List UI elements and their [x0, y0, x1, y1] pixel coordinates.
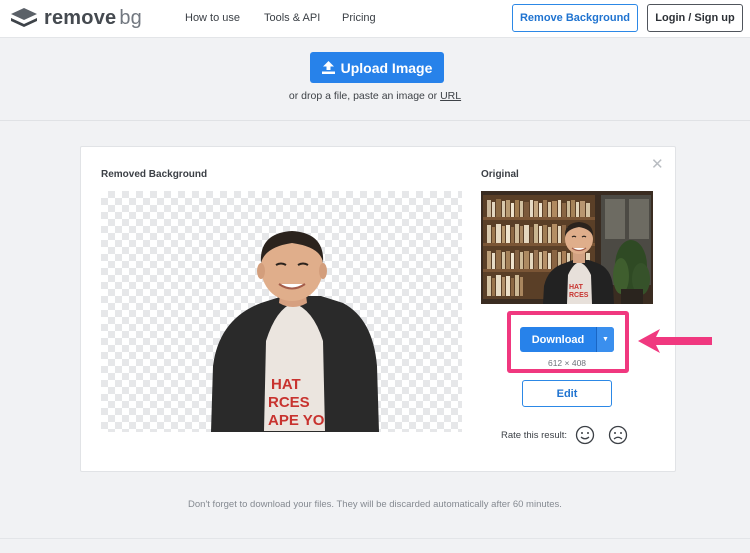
top-navbar: remove bg How to use Tools & API Pricing …	[0, 0, 750, 38]
removed-background-title: Removed Background	[101, 169, 208, 180]
divider	[0, 538, 750, 539]
svg-text:RCES: RCES	[569, 292, 589, 299]
svg-text:HAT: HAT	[569, 284, 584, 291]
edit-button[interactable]: Edit	[522, 380, 612, 407]
logo-text: remove bg	[44, 6, 143, 29]
image-dimensions: 612 × 408	[547, 358, 587, 368]
remove-background-button[interactable]: Remove Background	[512, 4, 638, 32]
nav-how-to-use[interactable]: How to use	[185, 12, 240, 24]
discard-notice: Don't forget to download your files. The…	[188, 499, 562, 510]
upload-image-label: Upload Image	[340, 59, 433, 76]
original-title: Original	[481, 169, 519, 180]
drop-hint-text: or drop a file, paste an image or	[288, 90, 438, 102]
frown-icon[interactable]	[608, 425, 628, 445]
person-cutout: HAT RCES APE YO	[211, 231, 379, 432]
divider	[0, 120, 750, 121]
svg-text:HAT: HAT	[271, 376, 301, 393]
nav-pricing[interactable]: Pricing	[342, 12, 376, 24]
svg-text:APE YO: APE YO	[268, 412, 325, 429]
login-signup-button[interactable]: Login / Sign up	[647, 4, 743, 32]
nav-tools-api[interactable]: Tools & API	[264, 12, 320, 24]
removed-background-preview: HAT RCES APE YO	[101, 191, 462, 432]
upload-image-button[interactable]: Upload Image	[310, 52, 444, 83]
logo-icon	[11, 8, 37, 27]
upload-icon	[321, 61, 335, 74]
drop-hint: or drop a file, paste an image or URL	[0, 90, 750, 102]
original-image: HAT RCES	[481, 191, 653, 304]
close-icon[interactable]: ✕	[651, 157, 664, 172]
download-button[interactable]: Download ▼	[520, 327, 614, 352]
download-label: Download	[531, 333, 585, 346]
rate-label: Rate this result:	[501, 430, 567, 441]
arrow-icon	[638, 329, 712, 353]
original-photo: HAT RCES	[481, 191, 653, 304]
logo[interactable]: remove bg	[10, 6, 142, 30]
chevron-down-icon[interactable]: ▼	[596, 327, 614, 352]
svg-text:RCES: RCES	[268, 394, 310, 411]
smiley-icon[interactable]	[575, 425, 595, 445]
url-link[interactable]: URL	[440, 90, 461, 102]
